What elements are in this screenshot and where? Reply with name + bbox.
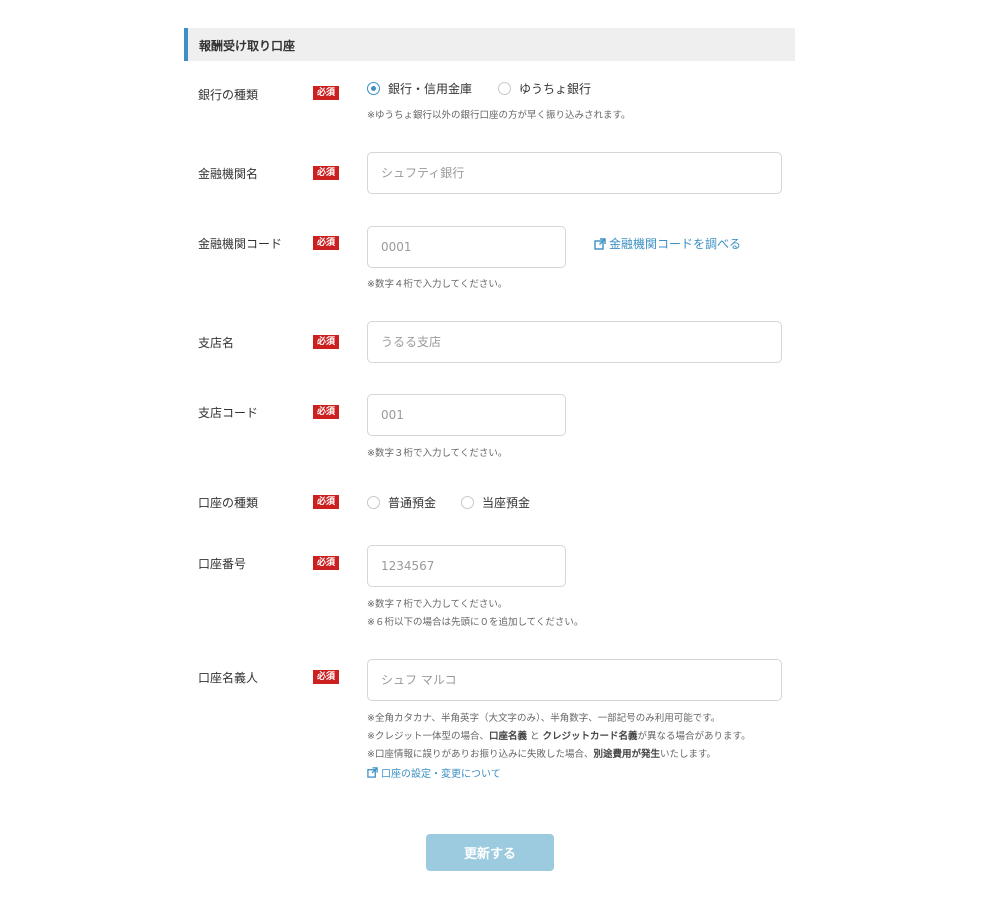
bank-name-label: 金融機関名 [198,167,259,181]
branch-name-input[interactable] [367,321,782,363]
required-badge: 必須 [313,166,339,180]
required-badge: 必須 [313,335,339,349]
account-settings-link[interactable]: 口座の設定・変更について [367,765,501,780]
bank-type-label: 銀行の種類 [198,88,259,102]
radio-bank[interactable]: 銀行・信用金庫 [367,80,472,97]
account-holder-note-2: ※クレジット一体型の場合、口座名義 と クレジットカード名義が異なる場合がありま… [367,728,751,742]
required-badge: 必須 [313,495,339,509]
account-holder-note-3: ※口座情報に誤りがありお振り込みに失敗した場合、別途費用が発生いたします。 [367,746,716,760]
branch-code-note: ※数字３桁で入力してください。 [367,448,508,459]
required-badge: 必須 [313,86,339,100]
note-text: と [526,731,543,742]
required-badge: 必須 [313,556,339,570]
bank-code-lookup-link[interactable]: 金融機関コードを調べる [594,235,741,252]
account-settings-label: 口座の設定・変更について [381,769,501,780]
radio-yucho-label: ゆうちょ銀行 [519,82,592,96]
radio-ordinary-label: 普通預金 [388,496,437,510]
external-link-icon [367,767,378,778]
account-type-label: 口座の種類 [198,496,259,510]
radio-bank-label: 銀行・信用金庫 [388,82,473,96]
account-holder-input[interactable] [367,659,782,701]
required-badge: 必須 [313,670,339,684]
bank-code-lookup-label: 金融機関コードを調べる [609,237,742,251]
radio-checked-icon [367,82,380,95]
radio-unchecked-icon [498,82,511,95]
external-link-icon [594,237,606,250]
note-text: が異なる場合があります。 [637,731,751,742]
required-badge: 必須 [313,236,339,250]
note-bold: 口座名義 [488,731,527,742]
account-number-note-1: ※数字７桁で入力してください。 [367,599,508,610]
account-number-label: 口座番号 [198,557,247,571]
required-badge: 必須 [313,405,339,419]
branch-name-label: 支店名 [198,336,235,350]
bank-code-label: 金融機関コード [198,237,283,251]
account-holder-label: 口座名義人 [198,671,259,685]
account-number-input[interactable] [367,545,566,587]
account-number-note-2: ※６桁以下の場合は先頭に０を追加してください。 [367,617,584,628]
bank-name-input[interactable] [367,152,782,194]
note-text: いたします。 [659,749,717,760]
radio-ordinary[interactable]: 普通預金 [367,494,436,511]
account-holder-note-1: ※全角カタカナ、半角英字（大文字のみ）、半角数字、一部記号のみ利用可能です。 [367,713,721,724]
bank-code-note: ※数字４桁で入力してください。 [367,279,508,290]
update-button[interactable]: 更新する [426,834,554,871]
note-text: ※口座情報に誤りがありお振り込みに失敗した場合、 [367,749,594,760]
radio-yucho[interactable]: ゆうちょ銀行 [498,80,591,97]
branch-code-label: 支店コード [198,406,259,420]
branch-code-input[interactable] [367,394,566,436]
radio-unchecked-icon [461,496,474,509]
section-header: 報酬受け取り口座 [184,28,795,61]
note-text: ※クレジット一体型の場合、 [367,731,489,742]
bank-code-input[interactable] [367,226,566,268]
bank-type-note: ※ゆうちょ銀行以外の銀行口座の方が早く振り込みされます。 [367,110,631,121]
section-title: 報酬受け取り口座 [199,39,296,53]
note-bold: 別途費用が発生 [593,749,660,760]
note-bold: クレジットカード名義 [542,731,638,742]
radio-checking[interactable]: 当座預金 [461,494,530,511]
radio-unchecked-icon [367,496,380,509]
radio-checking-label: 当座預金 [482,496,531,510]
